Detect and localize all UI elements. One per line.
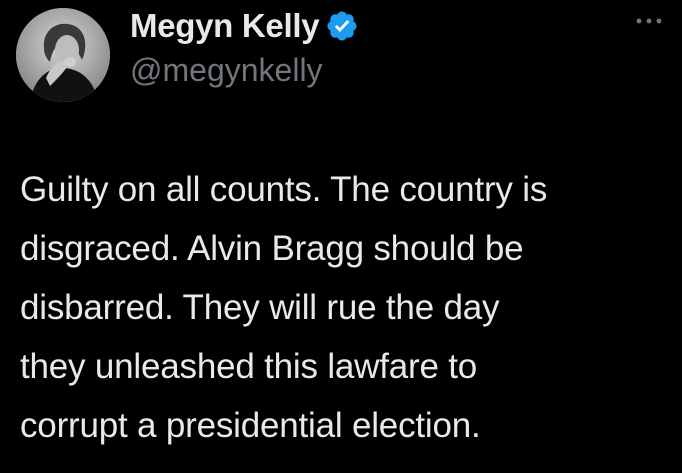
tweet-text-line: Guilty on all counts. The country is: [20, 170, 548, 209]
more-options-icon[interactable]: [634, 14, 664, 28]
author-display-name[interactable]: Megyn Kelly: [130, 7, 320, 45]
tweet-text-line: disgraced. Alvin Bragg should be: [20, 229, 524, 268]
tweet-card: Megyn Kelly @megynkelly Guilty on all co…: [0, 0, 682, 473]
tweet-text-line: disbarred. They will rue the day: [20, 288, 500, 327]
tweet-text-line: they unleashed this lawfare to: [20, 347, 478, 386]
avatar[interactable]: [16, 8, 110, 102]
author-name-row: Megyn Kelly: [130, 4, 359, 48]
tweet-text: Guilty on all counts. The country is dis…: [20, 160, 670, 455]
profile-photo: [16, 8, 110, 102]
author-handle[interactable]: @megynkelly: [130, 52, 323, 89]
tweet-text-line: corrupt a presidential election.: [20, 406, 481, 445]
verified-badge-icon[interactable]: [325, 9, 359, 43]
